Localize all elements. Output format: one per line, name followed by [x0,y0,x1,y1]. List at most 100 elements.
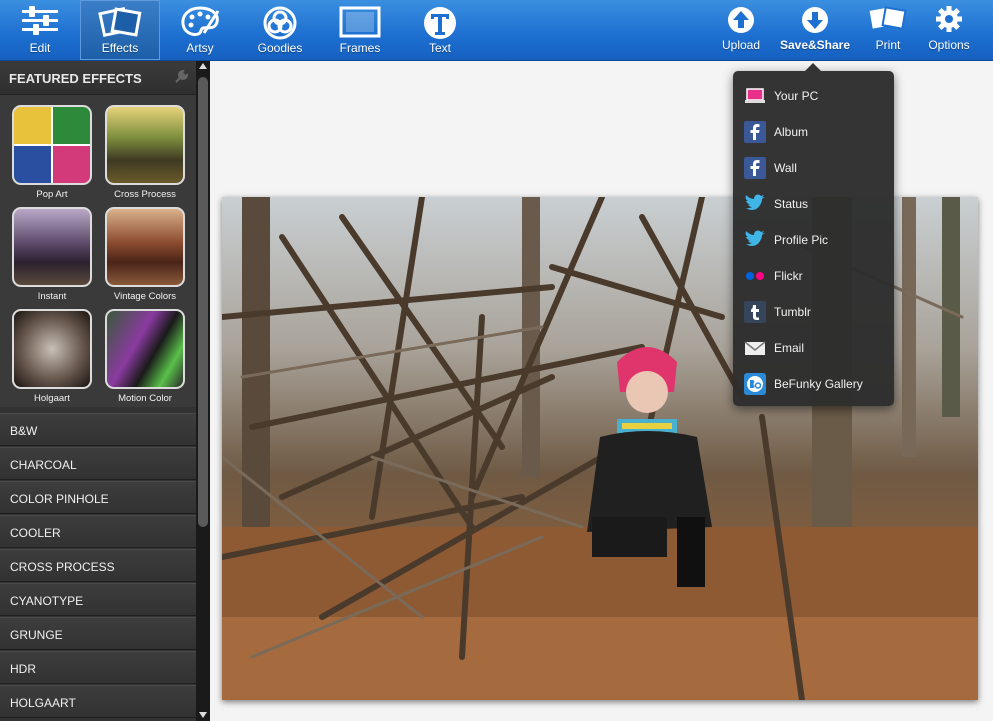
scroll-thumb[interactable] [198,77,208,527]
category-label: GRUNGE [10,628,63,642]
share-your-pc[interactable]: Your PC [733,76,894,112]
share-item-label: BeFunky Gallery [774,377,863,391]
category-color-pinhole[interactable]: COLOR PINHOLE [0,481,196,514]
tool-edit[interactable]: Edit [0,0,80,60]
category-bw[interactable]: B&W [0,413,196,446]
upload-button[interactable]: Upload [712,0,770,60]
share-wall[interactable]: Wall [733,148,894,184]
text-t-icon [422,5,458,44]
gear-icon [935,5,963,36]
scroll-up-arrow-icon[interactable] [199,63,207,69]
vintage-colors-thumbnail [105,207,185,287]
category-label: HOLGAART [10,696,76,710]
category-label: COLOR PINHOLE [10,492,109,506]
pop-art-thumbnail [12,105,92,185]
featured-effects-header[interactable]: FEATURED EFFECTS [0,61,196,95]
category-cross-process[interactable]: CROSS PROCESS [0,549,196,582]
facebook-icon [744,121,766,143]
holgaart-thumbnail [12,309,92,389]
featured-effects-title: FEATURED EFFECTS [9,71,142,86]
options-button[interactable]: Options [920,0,978,60]
share-flickr[interactable]: Flickr [733,256,894,292]
print-photos-icon [868,5,908,36]
category-cyanotype[interactable]: CYANOTYPE [0,583,196,616]
save-share-label: Save&Share [779,38,851,52]
print-label: Print [875,38,901,52]
tumblr-icon [744,301,766,323]
options-label: Options [928,38,970,52]
tool-artsy[interactable]: Artsy [160,0,240,60]
category-label: COOLER [10,526,61,540]
share-item-label: Wall [774,161,797,175]
sidebar-scrollbar[interactable] [196,61,210,721]
sliders-icon [20,5,60,40]
share-status[interactable]: Status [733,184,894,220]
share-item-label: Album [774,125,809,139]
print-button[interactable]: Print [862,0,914,60]
wrench-icon [174,69,189,87]
share-tumblr[interactable]: Tumblr [733,292,894,328]
cross-process-thumbnail [105,105,185,185]
category-cooler[interactable]: COOLER [0,515,196,548]
category-hdr[interactable]: HDR [0,651,196,684]
upload-arrow-icon [726,5,756,38]
palette-icon [180,5,220,42]
top-toolbar: Edit Effects Artsy Goodies Frames Text U… [0,0,993,61]
pop-art-label: Pop Art [36,189,68,200]
share-item-label: Profile Pic [774,233,829,247]
effect-motion-color[interactable]: Motion Color [105,309,185,404]
scroll-down-arrow-icon[interactable] [199,712,207,718]
share-profile-pic[interactable]: Profile Pic [733,220,894,256]
effect-cross-process[interactable]: Cross Process [105,105,185,200]
tool-edit-label: Edit [29,41,51,55]
effect-pop-art[interactable]: Pop Art [12,105,92,200]
share-item-label: Status [774,197,809,211]
cross-process-label: Cross Process [114,189,176,200]
share-email[interactable]: Email [733,328,894,364]
laptop-icon [744,85,766,107]
tool-artsy-label: Artsy [186,41,214,55]
category-label: CROSS PROCESS [10,560,115,574]
tool-goodies[interactable]: Goodies [240,0,320,60]
category-grunge[interactable]: GRUNGE [0,617,196,650]
share-item-label: Your PC [774,89,819,103]
befunky-icon [744,373,766,395]
photos-icon [98,5,142,42]
circles-icon [262,5,298,44]
tool-effects[interactable]: Effects [80,0,160,60]
upload-label: Upload [721,38,761,52]
twitter-bird-icon [744,193,766,215]
motion-color-thumbnail [105,309,185,389]
share-item-label: Flickr [774,269,803,283]
effect-vintage-colors[interactable]: Vintage Colors [105,207,185,302]
holgaart-label: Holgaart [34,393,70,404]
tool-goodies-label: Goodies [257,41,303,55]
share-album[interactable]: Album [733,112,894,148]
category-charcoal[interactable]: CHARCOAL [0,447,196,480]
category-label: B&W [10,424,38,438]
frame-icon [339,5,381,42]
facebook-icon [744,157,766,179]
category-holgaart[interactable]: HOLGAART [0,685,196,718]
share-befunky-gallery[interactable]: BeFunky Gallery [733,364,894,400]
flickr-icon [744,265,766,287]
motion-color-label: Motion Color [118,393,172,404]
category-label: HDR [10,662,36,676]
tool-text-label: Text [428,41,451,55]
download-arrow-icon [800,5,830,38]
save-share-button[interactable]: Save&Share [774,0,856,60]
tool-frames-label: Frames [339,41,381,55]
effect-holgaart[interactable]: Holgaart [12,309,92,404]
tool-frames[interactable]: Frames [320,0,400,60]
menu-pointer [805,63,821,71]
effects-sidebar: FEATURED EFFECTS Pop Art Cross Process I… [0,61,210,721]
category-label: CHARCOAL [10,458,77,472]
instant-label: Instant [37,291,67,302]
tool-text[interactable]: Text [400,0,480,60]
twitter-bird-icon [744,229,766,251]
tool-effects-label: Effects [101,41,139,55]
effects-panel: FEATURED EFFECTS Pop Art Cross Process I… [0,61,196,721]
instant-thumbnail [12,207,92,287]
effect-instant[interactable]: Instant [12,207,92,302]
envelope-icon [744,337,766,359]
